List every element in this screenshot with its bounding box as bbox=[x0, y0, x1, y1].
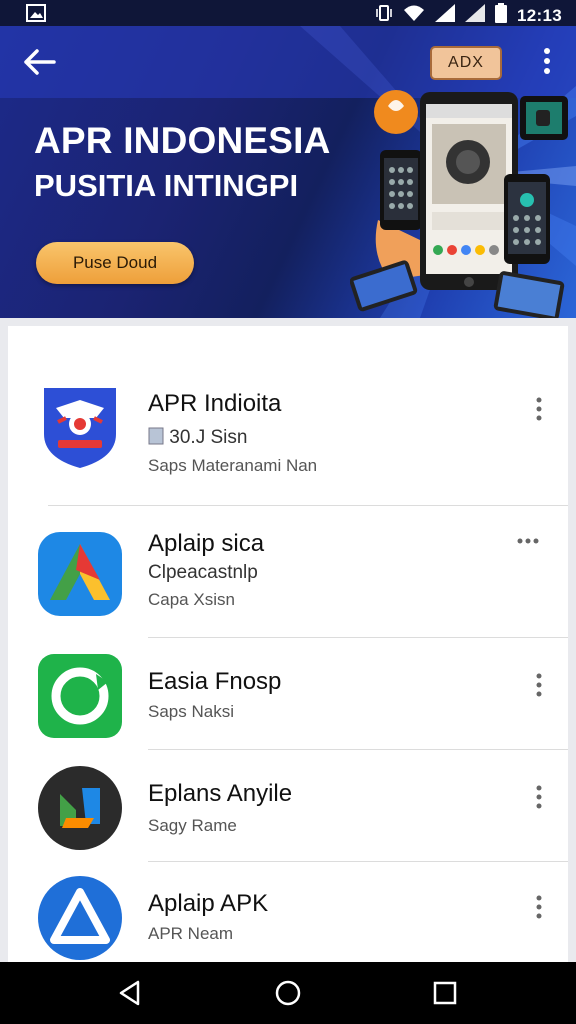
app-size-text: 30.J Sisn bbox=[169, 427, 248, 448]
list-item[interactable]: APR Indioita 30.J Sisn Saps Materanami N… bbox=[8, 326, 568, 506]
signal-icon bbox=[435, 4, 456, 27]
app-name: Eplans Anyile bbox=[148, 780, 293, 807]
banner-subtitle: PUSITIA INTINGPI bbox=[34, 168, 299, 203]
app-name: Aplaip APK bbox=[148, 890, 269, 917]
shield-app-icon bbox=[44, 388, 116, 468]
phones-illustration bbox=[350, 90, 568, 318]
list-item[interactable]: Easia Fnosp Saps Naksi bbox=[8, 638, 568, 750]
app-publisher: Sagy Rame bbox=[148, 816, 237, 835]
system-nav-bar bbox=[0, 962, 576, 1024]
back-button[interactable] bbox=[22, 46, 58, 78]
dark-app-icon bbox=[38, 766, 122, 850]
app-name: Aplaip sica bbox=[148, 530, 265, 557]
list-item[interactable]: Aplaip APK APR Neam bbox=[8, 862, 568, 966]
more-horiz-icon[interactable] bbox=[516, 536, 540, 546]
app-size: 30.J Sisn bbox=[148, 426, 247, 449]
blue-triangle-app-icon bbox=[38, 876, 122, 960]
triangle-back-icon[interactable] bbox=[116, 978, 146, 1008]
colorful-app-icon bbox=[38, 532, 122, 616]
green-circle-app-icon bbox=[38, 654, 122, 738]
app-publisher: APR Neam bbox=[148, 924, 234, 943]
more-vert-icon[interactable] bbox=[534, 672, 544, 698]
square-recents-icon[interactable] bbox=[430, 978, 460, 1008]
app-name: Easia Fnosp bbox=[148, 668, 282, 695]
more-vert-icon[interactable] bbox=[534, 894, 544, 920]
status-bar: 12:13 bbox=[0, 0, 576, 26]
app-publisher: Saps Naksi bbox=[148, 702, 234, 721]
more-vert-icon[interactable] bbox=[534, 784, 544, 810]
signal-icon-2 bbox=[465, 4, 486, 27]
arrow-back-icon bbox=[24, 49, 56, 75]
app-publisher: Saps Materanami Nan bbox=[148, 456, 318, 475]
vibrate-icon bbox=[375, 4, 393, 27]
app-publisher: Capa Xsisn bbox=[148, 590, 235, 609]
app-list: APR Indioita 30.J Sisn Saps Materanami N… bbox=[8, 326, 568, 966]
more-vert-icon[interactable] bbox=[534, 396, 544, 422]
battery-icon bbox=[495, 3, 508, 28]
gallery-notification-icon bbox=[26, 4, 46, 27]
list-item[interactable]: Eplans Anyile Sagy Rame bbox=[8, 750, 568, 862]
header-banner: ADX APR INDONESIA PUSITIA INTINGPI Puse … bbox=[0, 26, 576, 318]
list-item[interactable]: Aplaip sica Clpeacastnlp Capa Xsisn bbox=[8, 506, 568, 638]
app-subtitle: Clpeacastnlp bbox=[148, 562, 258, 583]
app-name: APR Indioita bbox=[148, 390, 282, 417]
banner-title: APR INDONESIA bbox=[34, 120, 331, 161]
circle-home-icon[interactable] bbox=[273, 978, 303, 1008]
wifi-icon bbox=[403, 4, 425, 27]
file-icon bbox=[148, 427, 164, 445]
clock: 12:13 bbox=[517, 5, 562, 25]
banner-cta-button[interactable]: Puse Doud bbox=[36, 242, 194, 284]
